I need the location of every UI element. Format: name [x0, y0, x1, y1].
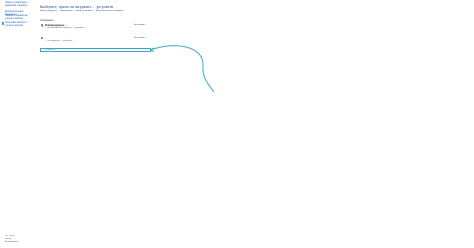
footer-link[interactable]: Безопасность ... [5, 241, 21, 244]
annotation-curve [150, 45, 215, 93]
annotation-arrow [150, 45, 215, 93]
